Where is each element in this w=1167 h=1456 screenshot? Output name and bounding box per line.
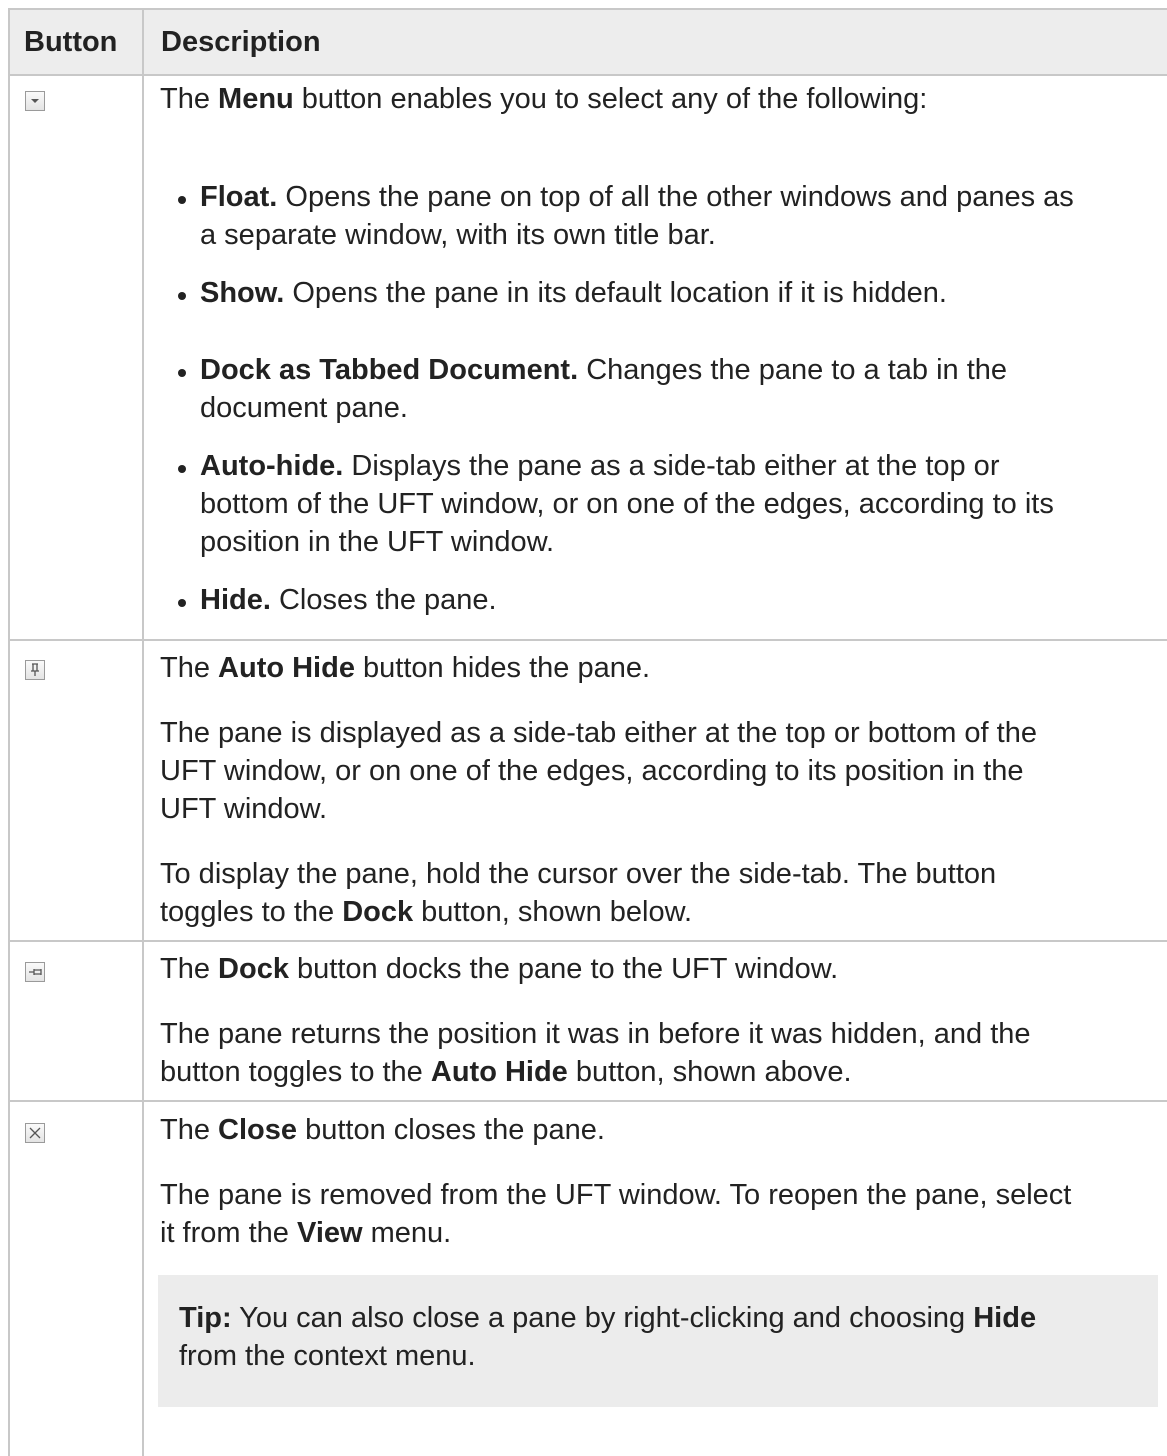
auto-hide-para-line2: UFT window, or on one of the edges, acco… <box>160 755 1024 787</box>
bullet <box>178 292 186 300</box>
list-item-auto-hide-cont1: bottom of the UFT window, or on one of t… <box>200 488 1054 520</box>
dock-pin-icon <box>25 962 45 982</box>
close-para-line1: The pane is removed from the UFT window.… <box>160 1179 1072 1211</box>
auto-hide-para3-line1: To display the pane, hold the cursor ove… <box>160 858 997 890</box>
list-item-float: Float. Opens the pane on top of all the … <box>200 181 1074 213</box>
bullet <box>178 599 186 607</box>
auto-hide-para-line3: UFT window. <box>160 793 328 825</box>
pin-icon <box>25 660 45 680</box>
header-description: Description <box>161 26 321 58</box>
tip-box: Tip: You can also close a pane by right-… <box>158 1275 1158 1407</box>
buttons-table: Button Description The Menu button enabl… <box>8 8 1167 1456</box>
list-item-dock-tabbed-cont: document pane. <box>200 392 408 424</box>
list-item-auto-hide-cont2: position in the UFT window. <box>200 526 555 558</box>
menu-intro: The Menu button enables you to select an… <box>160 83 928 115</box>
close-intro: The Close button closes the pane. <box>160 1114 605 1146</box>
header-button: Button <box>24 26 118 58</box>
list-item-hide: Hide. Closes the pane. <box>200 584 497 616</box>
row-divider <box>10 639 1167 641</box>
list-item-float-cont: a separate window, with its own title ba… <box>200 219 716 251</box>
auto-hide-para-line1: The pane is displayed as a side-tab eith… <box>160 717 1037 749</box>
menu-dropdown-icon <box>25 91 45 111</box>
dock-para-line1: The pane returns the position it was in … <box>160 1018 1031 1050</box>
bullet <box>178 196 186 204</box>
bullet <box>178 369 186 377</box>
list-item-show: Show. Opens the pane in its default loca… <box>200 277 947 309</box>
row-divider <box>10 1100 1167 1102</box>
bullet <box>178 465 186 473</box>
close-icon <box>25 1123 45 1143</box>
table-header: Button Description <box>10 10 1167 76</box>
auto-hide-intro: The Auto Hide button hides the pane. <box>160 652 651 684</box>
list-item-dock-tabbed: Dock as Tabbed Document. Changes the pan… <box>200 354 1008 386</box>
column-divider <box>142 10 144 1456</box>
row-divider <box>10 940 1167 942</box>
dock-intro: The Dock button docks the pane to the UF… <box>160 953 839 985</box>
list-item-auto-hide: Auto-hide. Displays the pane as a side-t… <box>200 450 1000 482</box>
dock-para-line2: button toggles to the Auto Hide button, … <box>160 1056 852 1088</box>
close-para-line2: it from the View menu. <box>160 1217 452 1249</box>
tip-line1: Tip: You can also close a pane by right-… <box>179 1302 1037 1334</box>
tip-line2: from the context menu. <box>179 1340 476 1372</box>
auto-hide-para3-line2: toggles to the Dock button, shown below. <box>160 896 693 928</box>
